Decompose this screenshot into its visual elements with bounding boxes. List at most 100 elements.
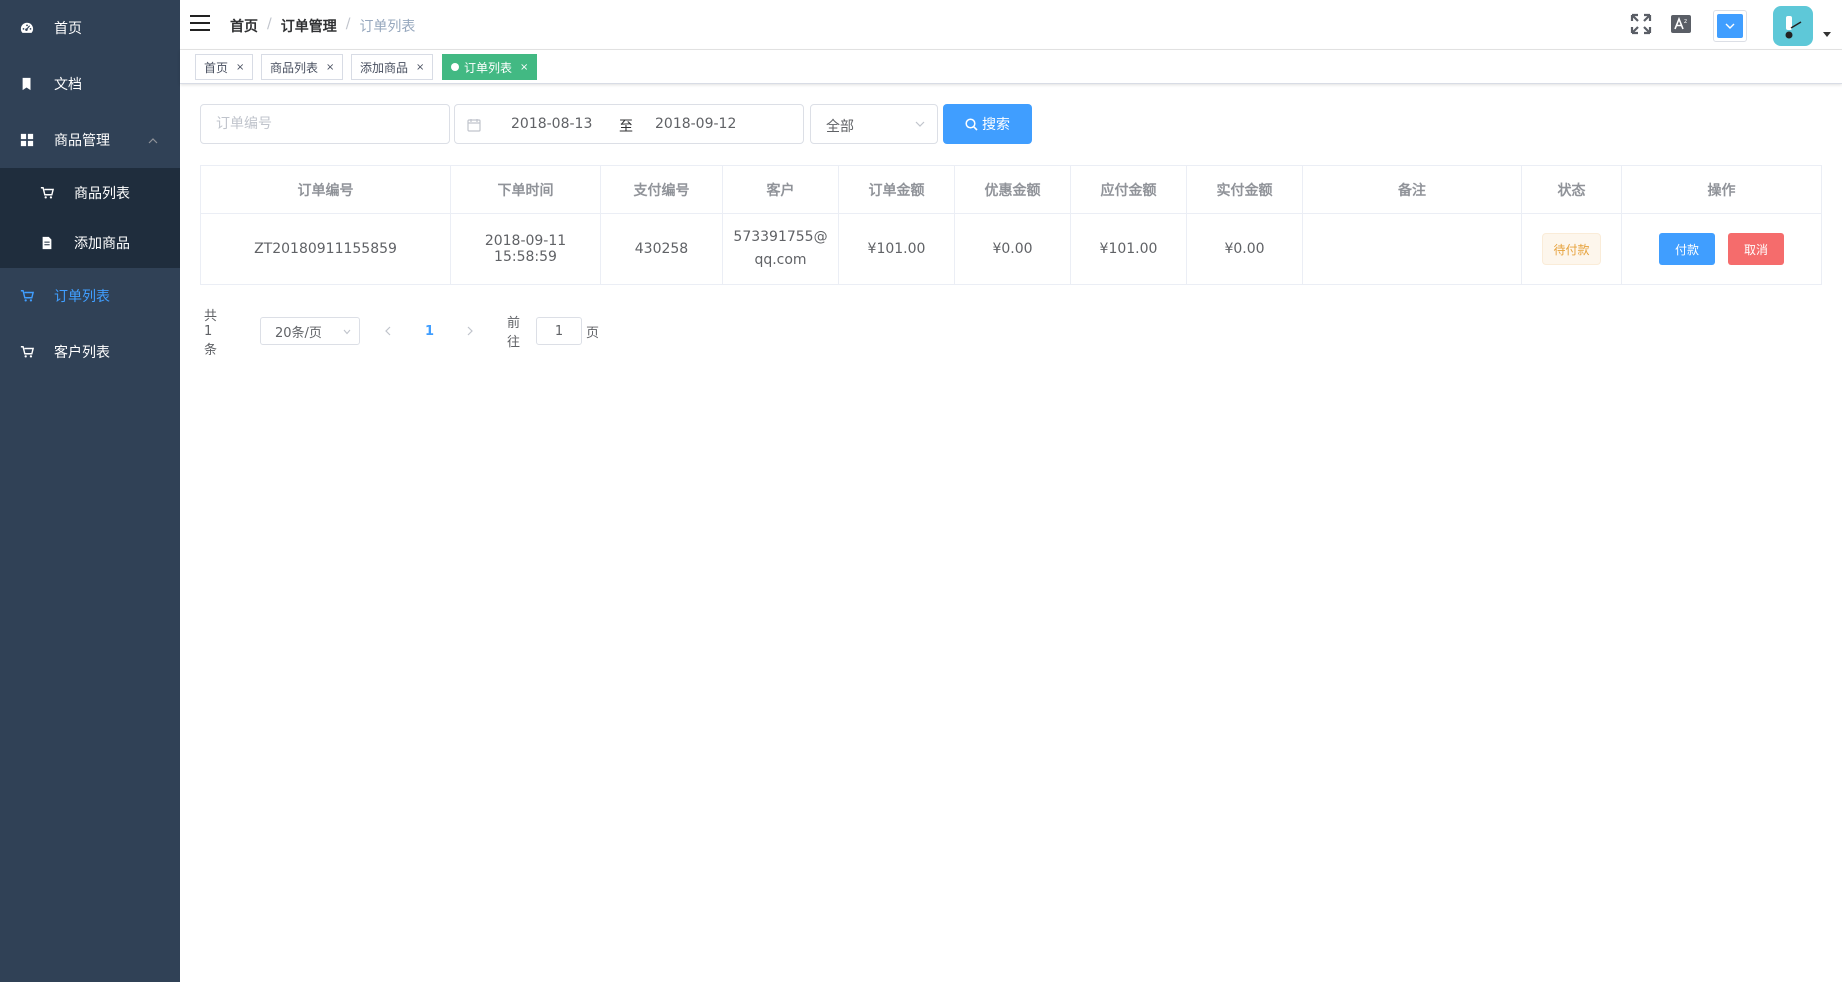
document-icon [22,77,31,91]
actions-cell: 付款 取消 [1622,214,1821,284]
breadcrumb-separator: / [345,16,351,32]
column-header: 订单金额 [839,166,955,213]
column-header: 实付金额 [1187,166,1303,213]
sidebar-item-add-product[interactable]: 添加商品 [0,218,180,268]
close-icon[interactable]: × [236,62,244,73]
table-header: 订单编号 下单时间 支付编号 客户 订单金额 优惠金额 应付金额 实付金额 备注… [201,166,1821,214]
column-header: 操作 [1707,182,1736,199]
sidebar-item-order-list[interactable]: 订单列表 [0,268,180,324]
column-header: 下单时间 [451,166,601,213]
tag-order-list[interactable]: 订单列表 × [442,54,538,80]
tag-add-product[interactable]: 添加商品 × [351,54,434,80]
cart-icon [40,187,54,199]
dashboard-icon [20,22,34,33]
prev-page-icon[interactable] [384,317,392,345]
tag-home[interactable]: 首页 × [195,54,254,80]
avatar[interactable] [1773,6,1813,46]
sidebar-item-product-list[interactable]: 商品列表 [0,168,180,218]
search-icon [965,117,978,131]
column-header: 优惠金额 [955,166,1071,213]
font-size-icon[interactable]: z [1670,13,1692,35]
chevron-down-icon [343,329,351,335]
page-size-select[interactable]: 20条/页 [260,317,360,345]
close-icon[interactable]: × [416,62,424,73]
search-button-label: 搜索 [982,117,1010,133]
breadcrumb-current: 订单列表 [359,19,416,35]
goto-label: 前往 [507,316,521,350]
chevron-down-icon [1717,14,1743,38]
cart-icon [20,290,34,302]
discount-cell: ¥0.00 [955,214,1071,284]
next-page-icon[interactable] [466,317,474,345]
sidebar-item-label: 添加商品 [74,236,130,252]
chevron-down-icon [915,121,925,127]
date-end[interactable]: 2018-09-12 [655,116,736,132]
date-range-picker[interactable]: 2018-08-13 至 2018-09-12 [454,104,804,144]
sidebar-item-docs[interactable]: 文档 [0,56,180,112]
paid-cell: ¥0.00 [1187,214,1303,284]
status-cell: 待付款 [1522,214,1622,284]
breadcrumb-home[interactable]: 首页 [230,16,258,36]
order-no-cell: ZT20180911155859 [201,214,451,284]
sidebar-item-label: 首页 [54,21,82,37]
breadcrumb-separator: / [267,16,272,32]
order-no-input[interactable] [201,105,449,143]
pagination-total: 共 1 条 [204,308,218,358]
breadcrumb: 首页 / 订单管理 / 订单列表 [230,16,415,36]
column-header: 客户 [723,166,839,213]
grid-icon [20,133,34,147]
sidebar-item-label: 文档 [54,77,82,93]
date-range-separator: 至 [619,119,633,135]
order-no-field[interactable] [200,104,450,144]
sidebar-item-product-management[interactable]: 商品管理 [0,112,180,168]
tags-view: 首页 × 商品列表 × 添加商品 × 订单列表 × [180,50,1842,84]
close-icon[interactable]: × [520,62,528,73]
page-size-value: 20条/页 [275,325,322,341]
status-badge: 待付款 [1542,233,1601,265]
breadcrumb-parent[interactable]: 订单管理 [281,16,337,36]
language-select[interactable] [1713,10,1747,42]
sidebar-item-label: 客户列表 [54,345,110,361]
active-dot-icon [451,63,459,71]
sidebar-item-label: 商品列表 [74,186,130,202]
status-select[interactable]: 全部 [810,104,938,144]
tag-product-list[interactable]: 商品列表 × [261,54,344,80]
payable-cell: ¥101.00 [1071,214,1187,284]
avatar-dropdown-caret-icon[interactable] [1823,32,1831,37]
cancel-button[interactable]: 取消 [1728,233,1784,265]
sidebar-item-label: 订单列表 [54,289,110,305]
pay-no-cell: 430258 [601,214,723,284]
product-submenu: 商品列表 添加商品 [0,168,180,268]
file-icon [42,236,52,250]
fullscreen-icon[interactable] [1630,13,1652,35]
sidebar: 首页 文档 商品管理 商品列表 添加商品 订单列表 客户列表 [0,0,180,982]
tag-label: 添加商品 [360,60,409,75]
column-header: 应付金额 [1071,166,1187,213]
page-number-current[interactable]: 1 [425,317,434,345]
tag-label: 订单列表 [464,60,513,75]
tag-label: 首页 [204,60,229,75]
orders-table: 订单编号 下单时间 支付编号 客户 订单金额 优惠金额 应付金额 实付金额 备注… [200,165,1822,285]
column-header: 状态 [1522,166,1622,213]
status-select-value: 全部 [826,119,854,135]
column-header: 支付编号 [601,166,723,213]
column-header: 订单编号 [201,166,451,213]
order-amount-cell: ¥101.00 [839,214,955,284]
search-button[interactable]: 搜索 [943,104,1032,144]
close-icon[interactable]: × [326,62,334,73]
remark-cell [1303,214,1522,284]
navbar: 首页 / 订单管理 / 订单列表 z [180,0,1842,50]
sidebar-item-customer-list[interactable]: 客户列表 [0,324,180,380]
created-at-cell: 2018-09-11 15:58:59 [451,214,601,284]
pay-button[interactable]: 付款 [1659,233,1715,265]
page-suffix-label: 页 [586,325,600,341]
calendar-icon [467,119,481,132]
sidebar-item-home[interactable]: 首页 [0,0,180,56]
svg-text:z: z [1684,18,1687,25]
chevron-up-icon [148,138,158,144]
goto-page-input[interactable]: 1 [536,317,582,345]
date-start[interactable]: 2018-08-13 [511,116,592,132]
tag-label: 商品列表 [270,60,319,75]
hamburger-menu-icon[interactable] [190,15,210,33]
customer-cell: 573391755@qq.com [723,214,839,284]
